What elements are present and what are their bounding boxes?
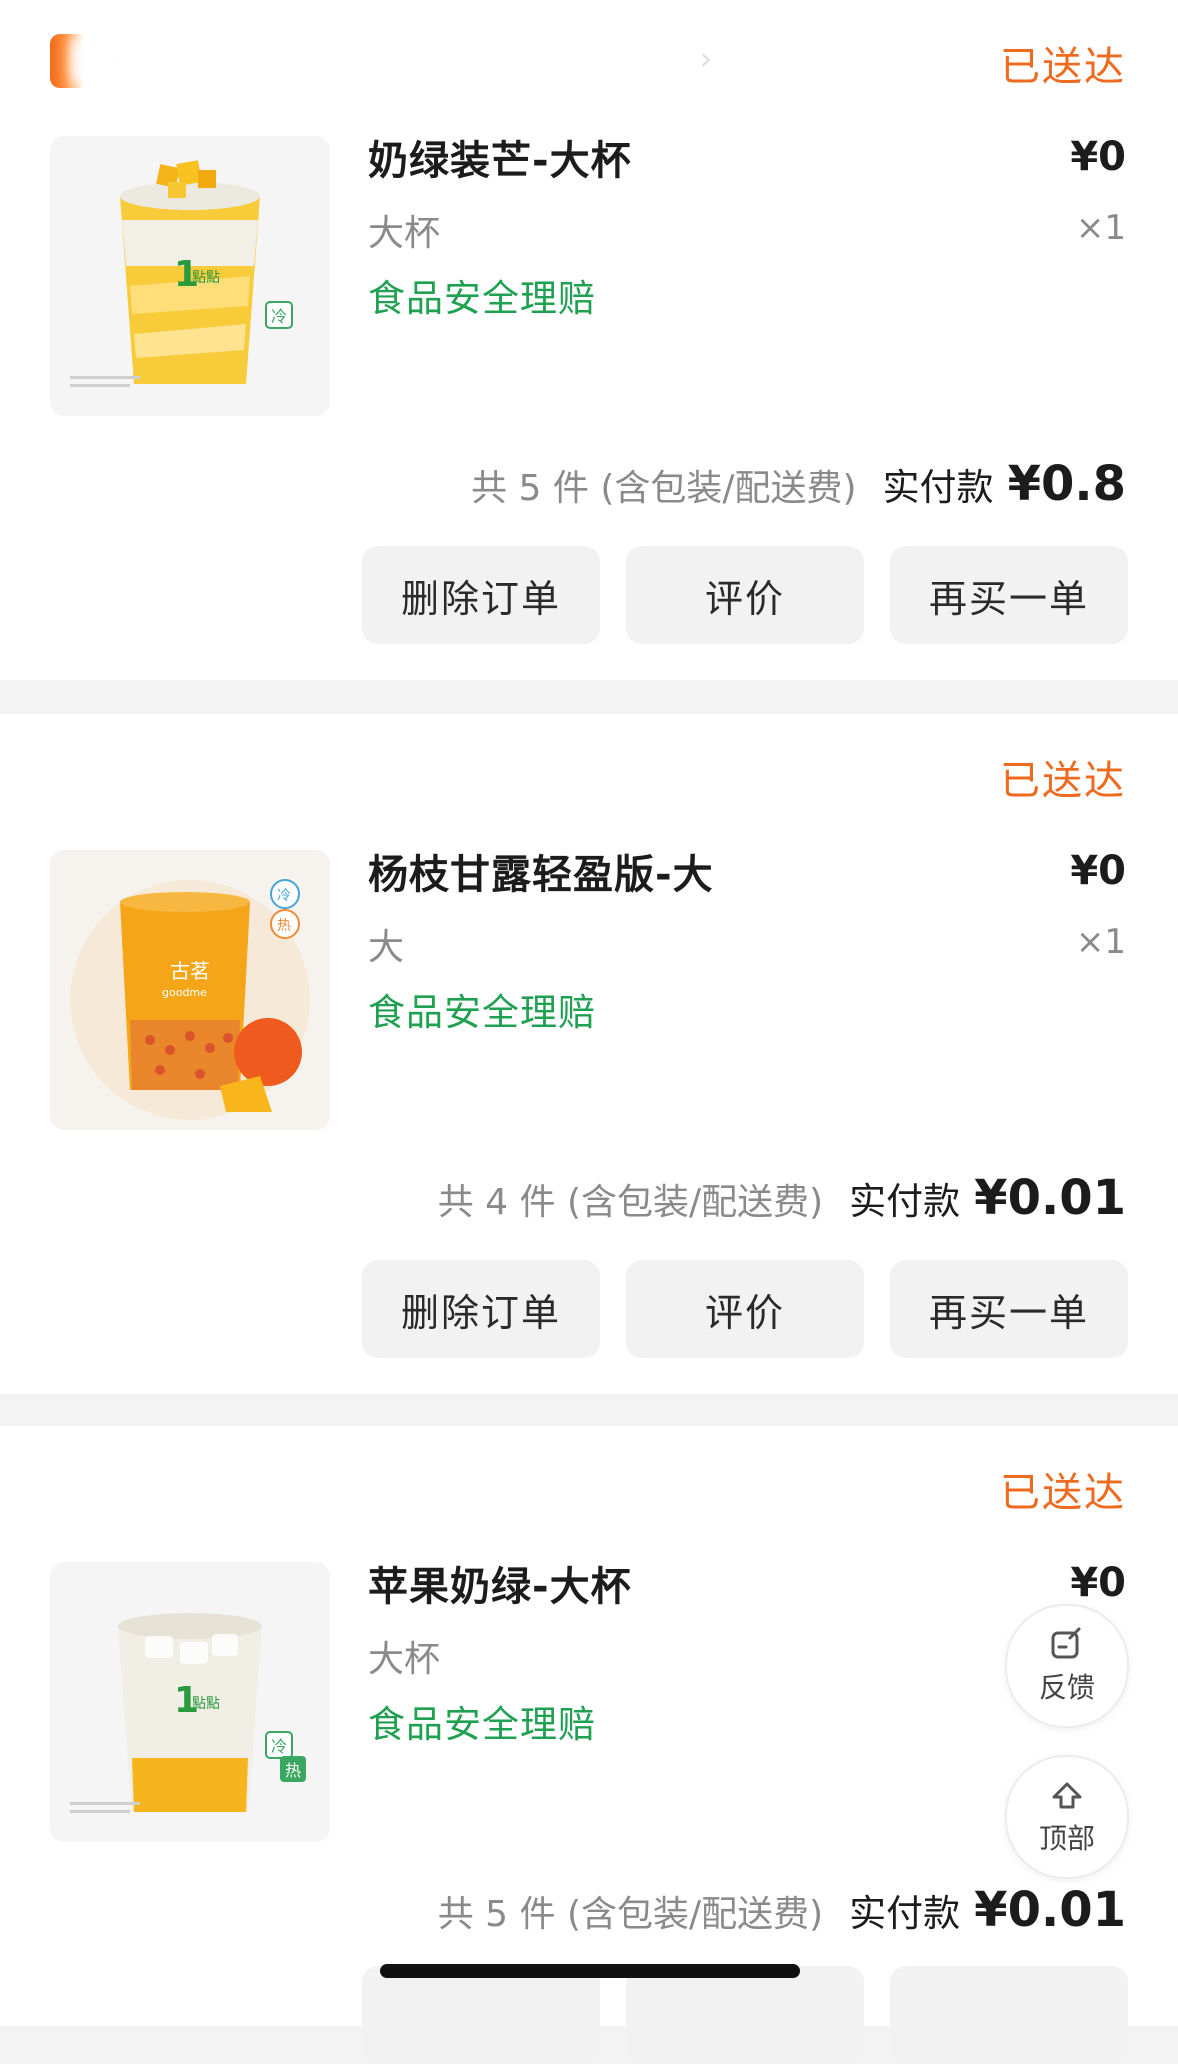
review-button[interactable] bbox=[626, 1966, 864, 2064]
review-button[interactable]: 评价 bbox=[626, 1260, 864, 1358]
item-count: 共 5 件 (含包装/配送费) bbox=[437, 1894, 824, 1935]
delete-order-button[interactable] bbox=[362, 1966, 600, 2064]
feedback-icon bbox=[1051, 1627, 1081, 1659]
hot-badge: 热 bbox=[285, 1761, 301, 1780]
cold-badge: 冷 bbox=[271, 307, 287, 326]
order-card: 已送达 古茗 goodme 冷 热 杨枝甘露轻盈版-大 大 食品安全理赔 ¥0 … bbox=[0, 714, 1178, 1394]
product-image[interactable]: 1 點點 冷 热 bbox=[50, 1562, 330, 1842]
order-summary: 共 4 件 (含包装/配送费) 实付款 ¥0.01 bbox=[438, 1170, 1126, 1226]
food-safety-claim-link[interactable]: 食品安全理赔 bbox=[368, 268, 596, 322]
cold-badge: 冷 bbox=[277, 888, 291, 904]
order-status: 已送达 bbox=[1000, 44, 1126, 90]
review-button[interactable]: 评价 bbox=[626, 546, 864, 644]
paid-label: 实付款 bbox=[849, 1892, 961, 1935]
feedback-label: 反馈 bbox=[1038, 1671, 1095, 1704]
order-card: 已送达 1 點點 冷 热 苹果奶绿-大杯 大杯 食品安全理赔 ¥0 共 5 件 … bbox=[0, 1426, 1178, 2064]
order-summary: 共 5 件 (含包装/配送费) 实付款 ¥0.8 bbox=[471, 456, 1126, 512]
product-spec: 大杯 bbox=[368, 213, 441, 254]
paid-label: 实付款 bbox=[882, 466, 994, 509]
chevron-right-icon[interactable]: › bbox=[700, 42, 712, 77]
feedback-button[interactable]: 反馈 bbox=[1005, 1604, 1129, 1728]
paid-amount: ¥0.8 bbox=[1007, 456, 1126, 512]
svg-text:點點: 點點 bbox=[192, 1696, 220, 1712]
product-spec: 大 bbox=[368, 927, 405, 968]
item-count: 共 5 件 (含包装/配送费) bbox=[471, 468, 857, 509]
order-status: 已送达 bbox=[1000, 758, 1126, 804]
item-price: ¥0 bbox=[1070, 134, 1126, 180]
product-spec: 大杯 bbox=[368, 1639, 441, 1680]
top-label: 顶部 bbox=[1038, 1822, 1095, 1855]
svg-text:點點: 點點 bbox=[192, 270, 220, 286]
cold-badge: 冷 bbox=[271, 1737, 287, 1756]
reorder-button[interactable]: 再买一单 bbox=[890, 546, 1128, 644]
order-card: › 已送达 1 點點 冷 奶绿装芒-大杯 大杯 食品安全理赔 ¥0 ×1 共 5… bbox=[0, 0, 1178, 680]
reorder-button[interactable]: 再买一单 bbox=[890, 1260, 1128, 1358]
order-actions: 删除订单 评价 再买一单 bbox=[362, 546, 1128, 644]
order-actions bbox=[362, 1966, 1128, 2064]
svg-text:goodme: goodme bbox=[162, 986, 207, 999]
paid-amount: ¥0.01 bbox=[974, 1170, 1126, 1226]
home-indicator bbox=[380, 1964, 800, 1978]
back-to-top-button[interactable]: 顶部 bbox=[1005, 1755, 1129, 1879]
item-price: ¥0 bbox=[1070, 848, 1126, 894]
arrow-up-icon bbox=[1052, 1782, 1082, 1809]
product-image[interactable]: 1 點點 冷 bbox=[50, 136, 330, 416]
product-name[interactable]: 杨枝甘露轻盈版-大 bbox=[368, 842, 714, 900]
reorder-button[interactable] bbox=[890, 1966, 1128, 2064]
food-safety-claim-link[interactable]: 食品安全理赔 bbox=[368, 982, 596, 1036]
item-quantity: ×1 bbox=[1075, 922, 1126, 962]
order-actions: 删除订单 评价 再买一单 bbox=[362, 1260, 1128, 1358]
hot-badge: 热 bbox=[277, 918, 291, 934]
product-name[interactable]: 奶绿装芒-大杯 bbox=[368, 128, 632, 186]
svg-text:古茗: 古茗 bbox=[170, 959, 210, 983]
order-status: 已送达 bbox=[1000, 1470, 1126, 1516]
delete-order-button[interactable]: 删除订单 bbox=[362, 546, 600, 644]
paid-label: 实付款 bbox=[849, 1180, 961, 1223]
delete-order-button[interactable]: 删除订单 bbox=[362, 1260, 600, 1358]
item-price: ¥0 bbox=[1070, 1560, 1126, 1606]
food-safety-claim-link[interactable]: 食品安全理赔 bbox=[368, 1694, 596, 1748]
product-name[interactable]: 苹果奶绿-大杯 bbox=[368, 1554, 632, 1612]
item-quantity: ×1 bbox=[1075, 208, 1126, 248]
paid-amount: ¥0.01 bbox=[974, 1882, 1126, 1938]
product-image[interactable]: 古茗 goodme 冷 热 bbox=[50, 850, 330, 1130]
order-summary: 共 5 件 (含包装/配送费) 实付款 ¥0.01 bbox=[438, 1882, 1126, 1938]
item-count: 共 4 件 (含包装/配送费) bbox=[437, 1182, 824, 1223]
shop-name-redacted bbox=[70, 40, 150, 82]
